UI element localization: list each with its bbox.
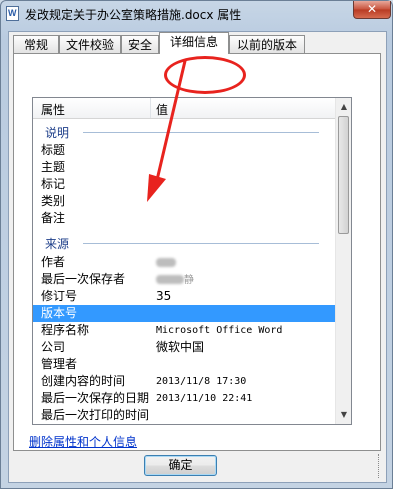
property-key: 主题	[41, 160, 66, 174]
column-divider[interactable]	[150, 98, 151, 118]
tab-general[interactable]: 常规	[13, 35, 59, 53]
list-item[interactable]: 标记	[33, 176, 335, 193]
property-key: 备注	[41, 211, 66, 225]
resize-grip[interactable]	[378, 454, 387, 478]
list-item[interactable]: 最后一次打印的时间	[33, 407, 335, 424]
property-key: 程序名称	[41, 323, 90, 337]
group-divider	[83, 243, 319, 244]
property-key: 最后一次保存的日期	[41, 391, 150, 405]
properties-dialog: 发改规定关于办公室策略措施.docx 属性 ✕ 常规 文件校验 安全 详细信息 …	[0, 0, 393, 489]
list-item[interactable]: 管理者	[33, 356, 335, 373]
property-key: 标记	[41, 177, 66, 191]
group-description: 说明	[33, 122, 335, 140]
scroll-thumb[interactable]	[338, 116, 349, 234]
scroll-down-icon[interactable]: ▼	[338, 409, 350, 421]
group-origin: 来源	[33, 233, 335, 251]
remove-properties-link[interactable]: 删除属性和个人信息	[29, 433, 137, 450]
list-item[interactable]: 最后一次保存者 静	[33, 271, 335, 288]
property-key: 管理者	[41, 357, 78, 371]
property-value: 2013/11/10 22:41	[156, 393, 253, 404]
window-title: 发改规定关于办公室策略措施.docx 属性	[25, 8, 242, 22]
scroll-up-icon[interactable]: ▲	[338, 101, 350, 113]
property-key: 作者	[41, 255, 66, 269]
list-header: 属性 值	[33, 98, 335, 119]
tab-previous-versions[interactable]: 以前的版本	[229, 35, 305, 53]
vertical-scrollbar[interactable]: ▲ ▼	[335, 98, 351, 424]
property-key: 类别	[41, 194, 66, 208]
redacted-value: 静	[156, 271, 194, 289]
property-key: 创建内容的时间	[41, 374, 126, 388]
list-item[interactable]: 主题	[33, 159, 335, 176]
property-key: 公司	[41, 340, 66, 354]
annotation-circle	[164, 56, 246, 94]
list-item[interactable]: 备注	[33, 210, 335, 227]
property-key: 版本号	[41, 306, 78, 320]
list-item[interactable]: 作者	[33, 254, 335, 271]
ok-button[interactable]: 确定	[144, 455, 217, 476]
list-item[interactable]: 类别	[33, 193, 335, 210]
property-value: 35	[156, 289, 172, 303]
redacted-value	[156, 254, 176, 271]
property-list[interactable]: 属性 值 说明 标题 主题 标记 类别 备注 来源 作者 最后一次保存者 静 修…	[32, 97, 352, 425]
property-value: Microsoft Office Word	[156, 325, 283, 336]
word-document-icon	[6, 6, 19, 21]
title-bar: 发改规定关于办公室策略措施.docx 属性 ✕	[1, 1, 392, 27]
value-suffix: 静	[184, 275, 194, 286]
list-item[interactable]: 修订号 35	[33, 288, 335, 305]
tab-security[interactable]: 安全	[121, 35, 159, 53]
column-header-value[interactable]: 值	[156, 101, 168, 118]
property-value: 微软中国	[156, 340, 205, 354]
group-divider	[83, 132, 319, 133]
property-key: 修订号	[41, 289, 78, 303]
list-item[interactable]: 程序名称 Microsoft Office Word	[33, 322, 335, 339]
list-item[interactable]: 最后一次保存的日期 2013/11/10 22:41	[33, 390, 335, 407]
list-item[interactable]: 标题	[33, 142, 335, 159]
property-key: 最后一次保存者	[41, 272, 126, 286]
close-button[interactable]: ✕	[353, 1, 391, 19]
group-label-description: 说明	[45, 126, 70, 140]
dialog-client-area: 常规 文件校验 安全 详细信息 以前的版本 属性 值 说明 标题 主题 标记 类…	[8, 31, 387, 483]
group-label-origin: 来源	[45, 237, 70, 251]
list-item[interactable]: 创建内容的时间 2013/11/8 17:30	[33, 373, 335, 390]
tab-checksum[interactable]: 文件校验	[59, 35, 121, 53]
list-item-selected[interactable]: 版本号	[33, 305, 335, 322]
list-item[interactable]: 公司 微软中国	[33, 339, 335, 356]
column-header-property[interactable]: 属性	[41, 101, 65, 118]
property-value: 2013/11/8 17:30	[156, 376, 247, 387]
tab-details[interactable]: 详细信息	[159, 32, 229, 54]
property-key: 标题	[41, 143, 66, 157]
property-key: 最后一次打印的时间	[41, 408, 150, 422]
